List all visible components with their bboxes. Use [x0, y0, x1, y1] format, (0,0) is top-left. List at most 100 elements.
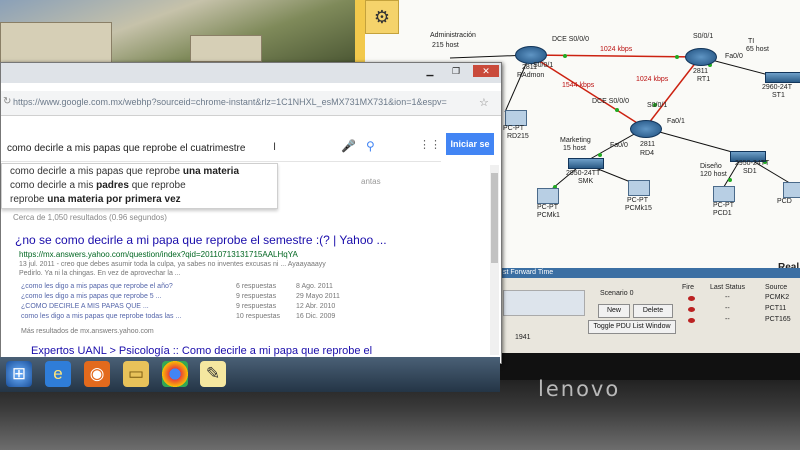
label-diseno: Diseño	[700, 163, 722, 170]
label-fa01: Fa0/1	[667, 118, 685, 125]
event-status: --	[725, 316, 730, 323]
ie-icon[interactable]: e	[45, 361, 71, 387]
label-marketing: Marketing	[560, 137, 591, 144]
event-header-fire: Fire	[682, 284, 695, 291]
label-pcmk15: PCMk15	[625, 205, 652, 212]
device-1941: 1941	[515, 334, 531, 341]
answer-link[interactable]: como les digo a mis papas que reprobe to…	[21, 313, 181, 320]
search-box[interactable]: como decirle a mis papas que reprobe el …	[1, 135, 441, 162]
answer-count: 6 respuestas	[236, 283, 277, 290]
pc-pcd[interactable]	[783, 182, 800, 198]
result-snippet: 13 jul. 2011 - creo que debes asumir tod…	[19, 261, 326, 268]
fire-indicator[interactable]	[688, 318, 695, 323]
apps-grid-icon[interactable]: ⋮⋮	[419, 138, 441, 151]
result-title[interactable]: ¿no se como decirle a mi papa que reprob…	[15, 233, 387, 247]
minimize-icon[interactable]: ▁	[419, 65, 441, 77]
label-rt1-fa: Fa0/0	[725, 53, 743, 60]
more-results-link[interactable]: Más resultados de mx.answers.yahoo.com	[21, 328, 154, 335]
maximize-icon[interactable]: ❐	[445, 65, 467, 77]
toggle-pdu-button[interactable]: Toggle PDU List Window	[588, 320, 676, 334]
pc-pcd1[interactable]	[713, 186, 735, 202]
suggestion-bold: una materia	[182, 166, 240, 177]
windows-start-icon[interactable]: ⊞	[6, 361, 32, 387]
result-url[interactable]: https://mx.answers.yahoo.com/question/in…	[19, 250, 298, 259]
answer-link[interactable]: ¿COMO DECIRLE A MIS PAPAS QUE ...	[21, 303, 149, 310]
label-dce2: DCE S0/0/0	[592, 98, 629, 105]
suggestion-item[interactable]: reprobe una materia por primera vez	[10, 194, 181, 205]
reload-icon[interactable]: ↻	[3, 96, 11, 107]
suggestion-prefix: como decirle a mis papas que reprobe	[10, 166, 183, 177]
event-status: --	[725, 294, 730, 301]
fire-indicator[interactable]	[688, 296, 695, 301]
label-rt1-model: 2811	[693, 68, 709, 75]
scenario-select[interactable]: Scenario 0	[600, 290, 633, 297]
suggestion-bold: una materia por primera vez	[47, 194, 181, 205]
label-ti-hosts: 65 host	[746, 46, 769, 53]
firefox-icon[interactable]: ◉	[84, 361, 110, 387]
label-pcpt-rd215: PC-PT	[503, 125, 524, 132]
label-admin: Administración	[430, 32, 476, 39]
brand-logo: lenovo	[538, 377, 621, 401]
pc-rd215[interactable]	[505, 110, 527, 126]
taskbar	[0, 357, 500, 392]
label-rd4: RD4	[640, 150, 655, 157]
label-rt1: RT1	[697, 76, 711, 83]
partial-text: antas	[361, 177, 381, 186]
event-status: --	[725, 305, 730, 312]
label-smk-model: 2950-24TT	[566, 170, 601, 177]
new-button[interactable]: New	[598, 304, 630, 318]
answer-date: 8 Ago. 2011	[296, 283, 333, 290]
text-cursor-icon: I	[273, 141, 277, 153]
label-bw1: 1024 kbps	[600, 46, 633, 53]
search-icon[interactable]: ⚲	[366, 139, 375, 153]
label-admin-hosts: 215 host	[432, 42, 459, 49]
url-text[interactable]: https://www.google.com.mx/webhp?sourceid…	[13, 97, 447, 107]
result-title[interactable]: Expertos UANL > Psicología :: Como decir…	[31, 345, 372, 357]
switch-smk[interactable]	[568, 158, 604, 169]
answer-date: 29 Mayo 2011	[296, 293, 340, 300]
bookmark-star-icon[interactable]: ☆	[479, 96, 489, 109]
router-rt1[interactable]	[685, 48, 717, 66]
suggestion-suffix: que reprobe	[128, 180, 186, 191]
event-source: PCT165	[765, 316, 791, 323]
label-mk-hosts: 15 host	[563, 145, 586, 152]
close-icon[interactable]: ✕	[473, 65, 499, 77]
label-dce1: DCE S0/0/0	[552, 36, 589, 43]
fast-forward-label: st Forward Time	[503, 269, 554, 276]
scrollbar-thumb[interactable]	[491, 173, 498, 263]
search-input[interactable]: como decirle a mis papas que reprobe el …	[7, 143, 245, 154]
wallpaper-building	[0, 22, 112, 64]
device-strip[interactable]	[503, 290, 585, 316]
label-fa00: Fa0/0	[610, 142, 628, 149]
label-pcd1: PCD1	[713, 210, 732, 217]
suggestion-item[interactable]: como decirle a mis padres que reprobe	[10, 180, 186, 191]
answer-link[interactable]: ¿como les digo a mis papas que reprobe e…	[21, 283, 173, 290]
answer-count: 9 respuestas	[236, 293, 277, 300]
label-pcd: PCD	[777, 198, 792, 205]
folder-icon[interactable]: ▭	[123, 361, 149, 387]
delete-button[interactable]: Delete	[633, 304, 673, 318]
chrome-window: ▁ ❐ ✕ ↻ https://www.google.com.mx/webhp?…	[0, 62, 502, 364]
microphone-icon[interactable]: 🎤	[341, 139, 356, 153]
label-radmon: RAdmon	[517, 72, 545, 79]
chrome-icon[interactable]	[162, 361, 188, 387]
event-source: PCT11	[765, 305, 787, 312]
event-header-source: Source	[765, 284, 788, 291]
pc-pcmk15[interactable]	[628, 180, 650, 196]
switch-st1[interactable]	[765, 72, 800, 83]
fire-indicator[interactable]	[688, 307, 695, 312]
address-bar[interactable]: ↻ https://www.google.com.mx/webhp?source…	[1, 91, 501, 116]
app-icon[interactable]: ✎	[200, 361, 226, 387]
answer-link[interactable]: ¿como les digo a mis papas que reprobe 5…	[21, 293, 161, 300]
result-snippet: Pedirlo. Ya ni la chingas. En vez de apr…	[19, 270, 181, 277]
suggestion-item[interactable]: como decirle a mis papas que reprobe una…	[10, 166, 239, 177]
suggestion-prefix: como decirle a mis	[10, 180, 97, 191]
results-stats: Cerca de 1,050 resultados (0.96 segundos…	[13, 213, 167, 222]
label-s0011: S0/0/1	[647, 102, 668, 109]
sign-in-button[interactable]: Iniciar se	[446, 133, 494, 155]
router-rd4[interactable]	[630, 120, 662, 138]
label-sd1-model: 2950-24TT	[735, 160, 770, 167]
pc-pcmk1[interactable]	[537, 188, 559, 204]
label-pcpt-mk1: PC-PT	[537, 204, 558, 211]
wallpaper-building-2	[190, 35, 262, 62]
